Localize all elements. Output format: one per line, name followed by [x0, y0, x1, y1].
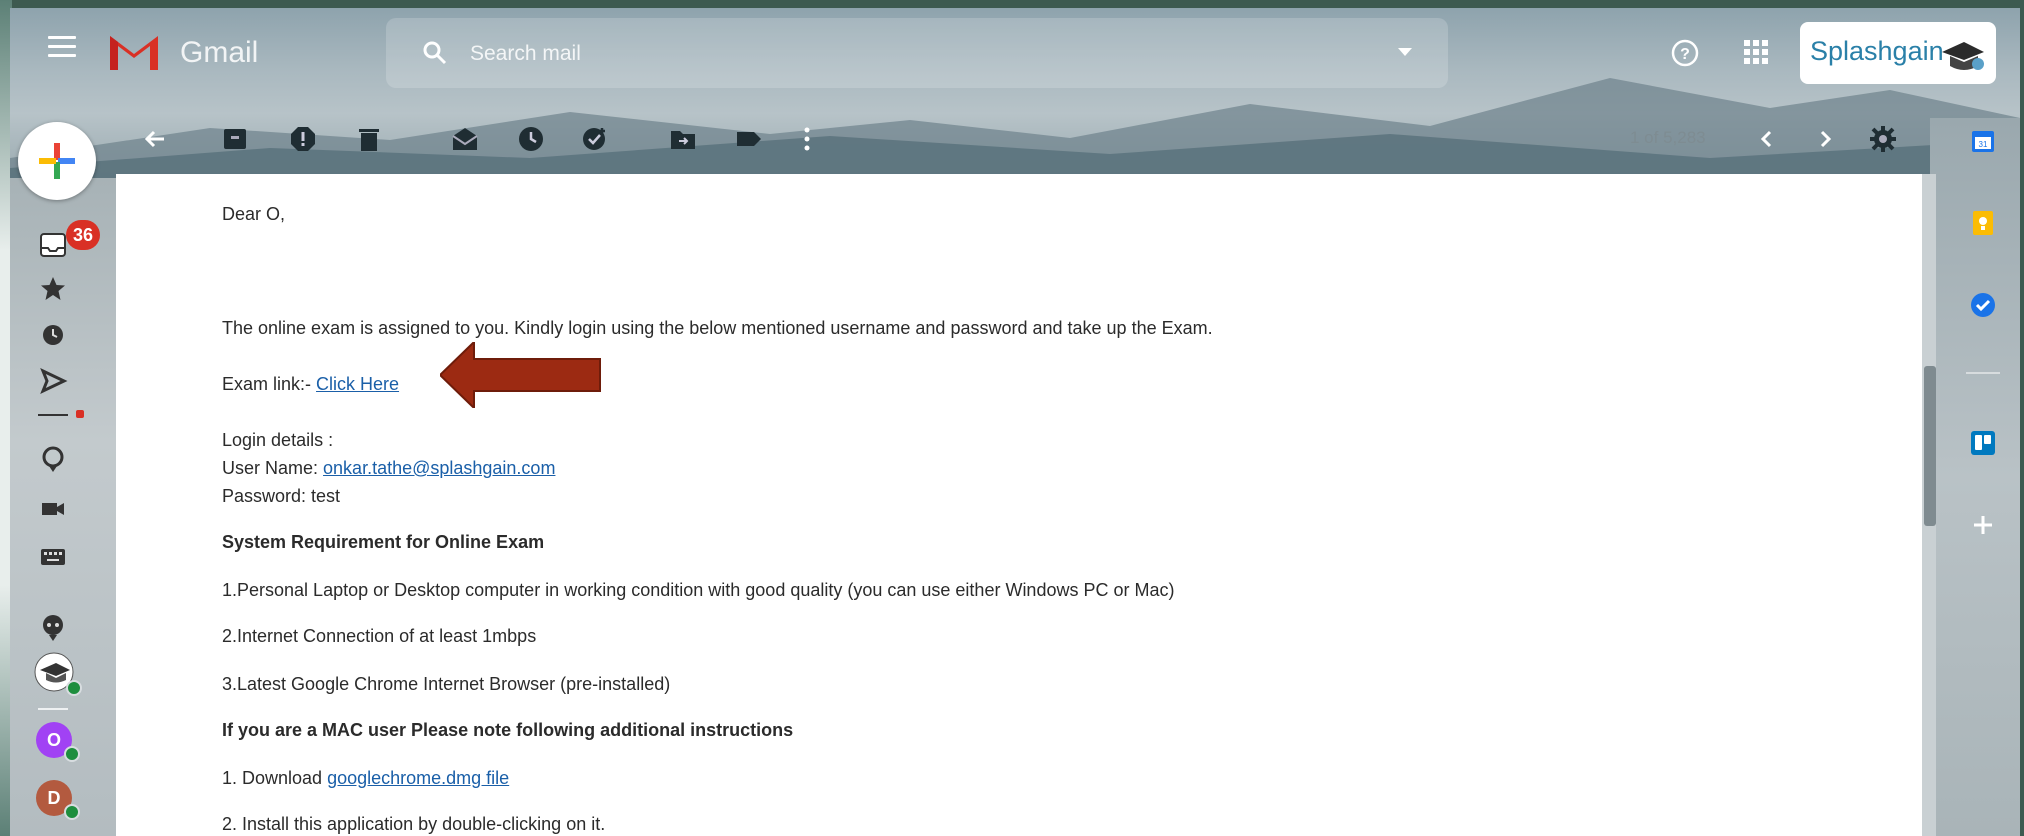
- online-status-dot: [66, 680, 82, 696]
- get-addons-plus-icon[interactable]: [1968, 510, 1998, 540]
- inbox-icon[interactable]: [38, 230, 68, 260]
- starred-icon[interactable]: [38, 274, 68, 304]
- svg-text:?: ?: [1680, 46, 1690, 63]
- account-switcher[interactable]: Splashgain: [1800, 22, 1996, 84]
- compose-button[interactable]: [18, 122, 96, 200]
- mark-unread-icon[interactable]: [450, 124, 480, 154]
- nav-divider: [38, 414, 68, 416]
- move-to-icon[interactable]: [668, 124, 698, 154]
- gmail-wordmark: Gmail: [180, 36, 259, 69]
- exam-link-line: Exam link:- Click Here: [222, 374, 399, 395]
- tasks-icon[interactable]: [1968, 290, 1998, 320]
- scrollbar-thumb[interactable]: [1924, 366, 1936, 526]
- pagination-count: 1 of 5,283: [1630, 128, 1706, 147]
- hangouts-status-icon[interactable]: [38, 444, 68, 474]
- account-brand-logo: Splashgain: [1810, 36, 1944, 66]
- sent-icon[interactable]: [38, 366, 68, 396]
- side-panel-divider: [1966, 372, 2000, 374]
- username-line: User Name: onkar.tathe@splashgain.com: [222, 458, 555, 479]
- online-status-dot: [64, 804, 80, 820]
- calendar-icon[interactable]: 31: [1968, 126, 1998, 156]
- search-input[interactable]: [468, 38, 1372, 70]
- gmail-logo-icon[interactable]: [106, 30, 162, 72]
- apps-grid-icon[interactable]: [1742, 38, 1770, 66]
- email-greeting: Dear O,: [222, 204, 286, 224]
- mac-step-1: 1. Download googlechrome.dmg file: [222, 768, 509, 789]
- trello-addon-icon[interactable]: [1968, 428, 1998, 458]
- hangouts-chat-icon[interactable]: [38, 612, 68, 642]
- username-label: User Name:: [222, 458, 324, 478]
- add-task-icon[interactable]: [580, 124, 610, 154]
- main-menu-icon[interactable]: [48, 36, 76, 60]
- keyboard-icon[interactable]: [38, 542, 68, 572]
- avatar[interactable]: [1938, 30, 1986, 78]
- system-requirement-item: 3.Latest Google Chrome Internet Browser …: [222, 674, 671, 694]
- older-chevron-right-icon[interactable]: [1810, 124, 1840, 154]
- mac-instructions-heading: If you are a MAC user Please note follow…: [222, 720, 794, 740]
- keep-notes-icon[interactable]: [1968, 208, 1998, 238]
- nav-divider: [38, 708, 68, 710]
- exam-link-label: Exam link:-: [222, 374, 317, 394]
- online-status-dot: [64, 746, 80, 762]
- email-intro: The online exam is assigned to you. Kind…: [222, 318, 1213, 338]
- settings-gear-icon[interactable]: [1868, 124, 1898, 154]
- snooze-icon[interactable]: [516, 124, 546, 154]
- chrome-download-link[interactable]: googlechrome.dmg file: [327, 768, 509, 788]
- search-options-chevron-down-icon[interactable]: [1398, 48, 1412, 56]
- system-requirement-item: 1.Personal Laptop or Desktop computer in…: [222, 580, 1175, 600]
- system-requirement-item: 2.Internet Connection of at least 1mbps: [222, 626, 537, 646]
- help-icon[interactable]: ?: [1670, 38, 1700, 68]
- password-line: Password: test: [222, 486, 341, 506]
- mac-step-1-label: 1. Download: [222, 768, 328, 788]
- exam-link[interactable]: Click Here: [316, 374, 399, 394]
- report-spam-icon[interactable]: [288, 124, 318, 154]
- meet-video-icon[interactable]: [38, 494, 68, 524]
- back-icon[interactable]: [140, 124, 170, 154]
- search-icon[interactable]: [422, 40, 448, 66]
- search-bar[interactable]: [386, 18, 1448, 88]
- compose-plus-icon: [39, 143, 75, 179]
- inbox-unread-badge: 36: [66, 220, 100, 250]
- nav-new-indicator: [76, 410, 84, 418]
- mac-step-2: 2. Install this application by double-cl…: [222, 814, 606, 834]
- username-email-link[interactable]: onkar.tathe@splashgain.com: [323, 458, 555, 478]
- label-icon[interactable]: [734, 124, 764, 154]
- archive-icon[interactable]: [220, 124, 250, 154]
- system-requirements-heading: System Requirement for Online Exam: [222, 532, 545, 552]
- snoozed-icon[interactable]: [38, 320, 68, 350]
- login-heading: Login details :: [222, 430, 334, 450]
- gmail-window: Gmail ? Splashgain: [10, 8, 2020, 836]
- svg-text:31: 31: [1979, 140, 1988, 149]
- email-body: Dear O, The online exam is assigned to y…: [116, 174, 1930, 836]
- delete-icon[interactable]: [354, 124, 384, 154]
- newer-chevron-left-icon[interactable]: [1752, 124, 1782, 154]
- annotation-arrow-icon: [440, 342, 601, 408]
- more-options-icon[interactable]: [792, 124, 822, 154]
